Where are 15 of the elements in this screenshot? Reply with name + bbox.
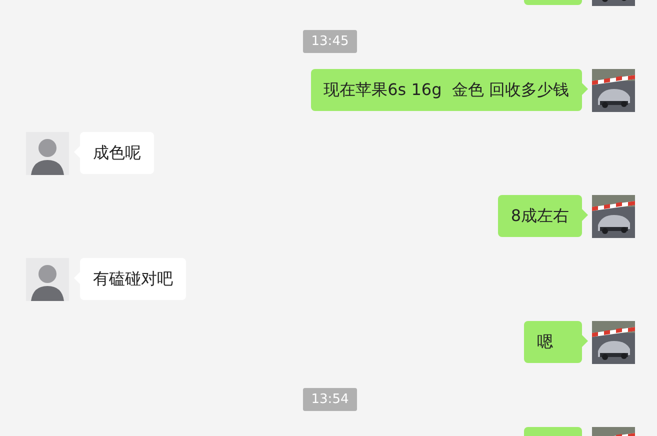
timestamp: 13:45 xyxy=(303,30,357,53)
avatar-photo xyxy=(592,195,635,238)
message-bubble: 现在苹果6s 16g 金色 回收多少钱 xyxy=(310,69,582,111)
bubble-tail xyxy=(582,209,588,221)
message-bubble: 嗯 xyxy=(524,321,582,363)
avatar-silhouette-icon xyxy=(26,132,69,175)
avatar-photo xyxy=(592,321,635,364)
bubble-tail xyxy=(582,335,588,347)
avatar-photo xyxy=(592,69,635,112)
timestamp: 13:54 xyxy=(303,388,357,411)
message-bubble: 8成左右 xyxy=(498,195,582,237)
bubble-tail xyxy=(582,83,588,95)
message-bubble: 有磕碰对吧 xyxy=(80,258,186,300)
message-bubble: 成色呢 xyxy=(80,132,154,174)
avatar-silhouette-icon xyxy=(26,258,69,301)
